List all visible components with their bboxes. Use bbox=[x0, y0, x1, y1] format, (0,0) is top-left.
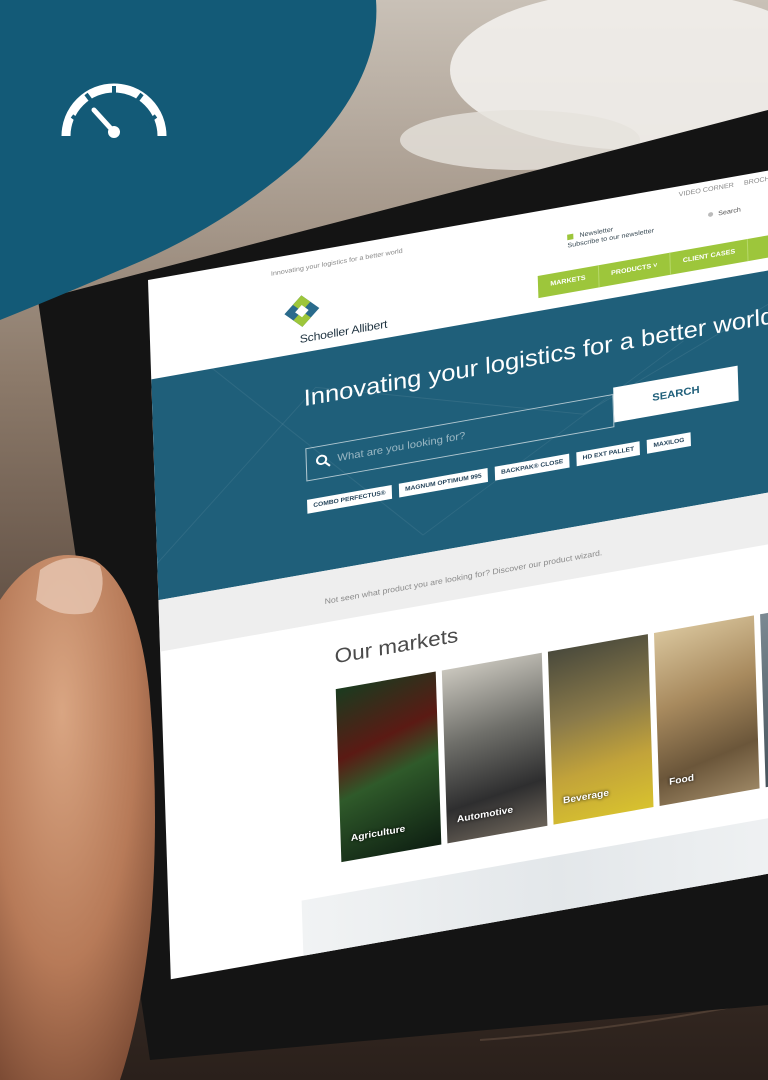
header-badge bbox=[0, 0, 377, 320]
brochures-link[interactable]: BROCHURES bbox=[744, 172, 768, 186]
header-search-label: Search bbox=[718, 206, 741, 218]
speedometer-icon bbox=[61, 83, 167, 138]
market-tile-automotive[interactable]: Automotive bbox=[441, 652, 548, 844]
search-icon bbox=[315, 454, 331, 467]
newsletter-icon bbox=[567, 233, 574, 241]
market-tile-food[interactable]: Food bbox=[653, 615, 760, 806]
video-corner-link[interactable]: VIDEO CORNER bbox=[679, 182, 734, 198]
market-tile-label: Automotive bbox=[456, 805, 514, 826]
market-tile-beverage[interactable]: Beverage bbox=[547, 634, 654, 825]
market-tile-label: Agriculture bbox=[350, 824, 406, 844]
newsletter-link[interactable]: Newsletter Subscribe to our newsletter bbox=[567, 219, 654, 251]
thumbnail bbox=[36, 557, 103, 615]
nav-item-client-cases[interactable]: CLIENT CASES bbox=[670, 238, 749, 275]
market-tile-more[interactable] bbox=[760, 596, 768, 788]
header-search-link[interactable]: Search bbox=[707, 206, 741, 219]
market-tile-agriculture[interactable]: Agriculture bbox=[335, 671, 442, 863]
hand bbox=[0, 555, 155, 1080]
market-tile-label: Food bbox=[668, 773, 695, 788]
nav-item-markets[interactable]: MARKETS bbox=[537, 265, 600, 299]
market-tile-label: Beverage bbox=[562, 788, 610, 807]
search-dot-icon bbox=[707, 211, 714, 218]
photo-scene: Innovating your logistics for a better w… bbox=[0, 0, 768, 1080]
markets-heading: Our markets bbox=[334, 623, 459, 668]
nav-item-products[interactable]: PRODUCTS ˅ bbox=[598, 252, 671, 288]
